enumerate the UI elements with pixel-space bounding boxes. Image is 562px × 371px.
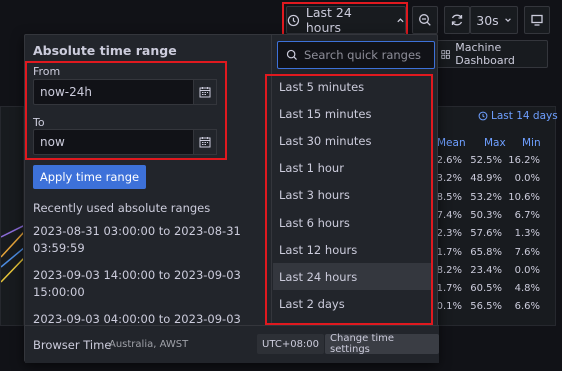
recent-range-item[interactable]: 2023-09-03 04:00:00 to 2023-09-03 [33,311,247,325]
stat-cell: 7.6% [514,246,540,258]
chevron-up-icon [397,17,404,22]
stat-cell: 50.3% [470,209,502,221]
quick-range-search-input[interactable]: Search quick ranges [277,41,435,69]
monitor-icon [531,14,543,26]
stat-cell: 60.5% [470,283,502,295]
to-value: now [40,135,65,149]
stat-cell: 16.2% [508,155,540,166]
stat-cell: 10.6% [508,191,540,203]
to-label: To [33,116,45,129]
clock-icon [478,111,488,121]
refresh-interval-value: 30s [476,12,499,28]
column-header-mean[interactable]: Mean [437,137,466,149]
stat-cell: 6.6% [514,301,540,313]
zoom-out-icon [419,14,431,26]
zoom-out-button[interactable] [412,6,438,34]
quick-range-item[interactable]: Last 30 minutes [273,127,433,154]
absolute-range-heading: Absolute time range [33,43,177,58]
from-input[interactable]: now-24h [33,79,217,105]
panel-time-range: Last 14 days [478,110,558,122]
panel-range-label: Last 14 days [491,110,558,122]
column-header-max[interactable]: Max [484,137,506,149]
stat-cell: 6.7% [514,209,540,221]
chevron-down-icon [504,18,511,22]
from-label: From [33,65,61,78]
to-input[interactable]: now [33,129,217,155]
stat-cell: 56.5% [470,301,502,313]
recent-ranges-heading: Recently used absolute ranges [33,201,211,215]
quick-range-item[interactable]: Last 15 minutes [273,100,433,127]
recent-range-item[interactable]: 2023-09-03 14:00:00 to 2023-09-03 15:00:… [33,267,247,301]
machine-dashboard-label: Machine Dashboard [455,41,515,67]
stat-cell: 4.8% [514,283,540,295]
from-calendar-button[interactable] [193,79,217,105]
clock-icon [287,14,300,26]
quick-range-item[interactable]: Last 3 hours [273,182,433,209]
stat-cell: 8.2% [436,264,462,276]
stat-cell: 65.8% [470,246,502,258]
stat-cell: 48.9% [470,173,502,185]
stat-cell: 52.5% [470,155,502,166]
from-value: now-24h [40,85,92,99]
stat-cell: 57.6% [470,228,502,240]
time-range-picker[interactable]: Last 24 hours [286,5,406,35]
stat-cell: 23.4% [470,264,502,276]
tv-mode-button[interactable] [524,6,550,34]
search-placeholder: Search quick ranges [304,48,422,62]
search-icon [286,49,297,60]
quick-range-item[interactable]: Last 1 hour [273,155,433,182]
quick-range-item[interactable]: Last 5 minutes [273,73,433,100]
calendar-icon [199,87,211,98]
machine-dashboard-button[interactable]: Machine Dashboard [434,40,548,68]
column-divider [271,35,272,325]
time-picker-footer: Browser Time Australia, AWST UTC+08:00 C… [25,325,439,363]
quick-range-item[interactable]: Last 6 hours [273,209,433,236]
timezone-label: Australia, AWST [109,339,189,350]
refresh-interval-picker[interactable]: 30s [470,6,518,34]
stat-cell: 53.2% [470,191,502,203]
stat-cell: 0.0% [514,173,540,185]
dashboard-grid-icon [441,49,450,59]
to-calendar-button[interactable] [193,129,217,155]
apply-label: Apply time range [39,170,140,184]
refresh-icon [451,14,463,26]
recent-range-item[interactable]: 2023-08-31 03:00:00 to 2023-08-31 03:59:… [33,223,247,257]
background-graph-panel [0,106,24,326]
refresh-button[interactable] [444,6,470,34]
quick-range-item[interactable]: Last 12 hours [273,236,433,263]
column-header-min[interactable]: Min [522,137,541,149]
quick-range-item[interactable]: Last 2 days [273,291,433,318]
graph-lines [1,225,23,283]
stat-cell: 1.3% [514,228,540,240]
time-range-label: Last 24 hours [305,5,352,35]
time-picker-popover: Absolute time range From now-24h To now … [24,34,439,363]
calendar-icon [199,137,211,148]
browser-time-label: Browser Time [33,338,112,352]
stat-cell: 0.0% [514,264,540,276]
change-time-settings-button[interactable]: Change time settings [325,333,439,355]
quick-range-item[interactable]: Last 24 hours [273,263,433,291]
utc-offset-badge: UTC+08:00 [257,334,325,354]
apply-time-range-button[interactable]: Apply time range [33,165,146,189]
